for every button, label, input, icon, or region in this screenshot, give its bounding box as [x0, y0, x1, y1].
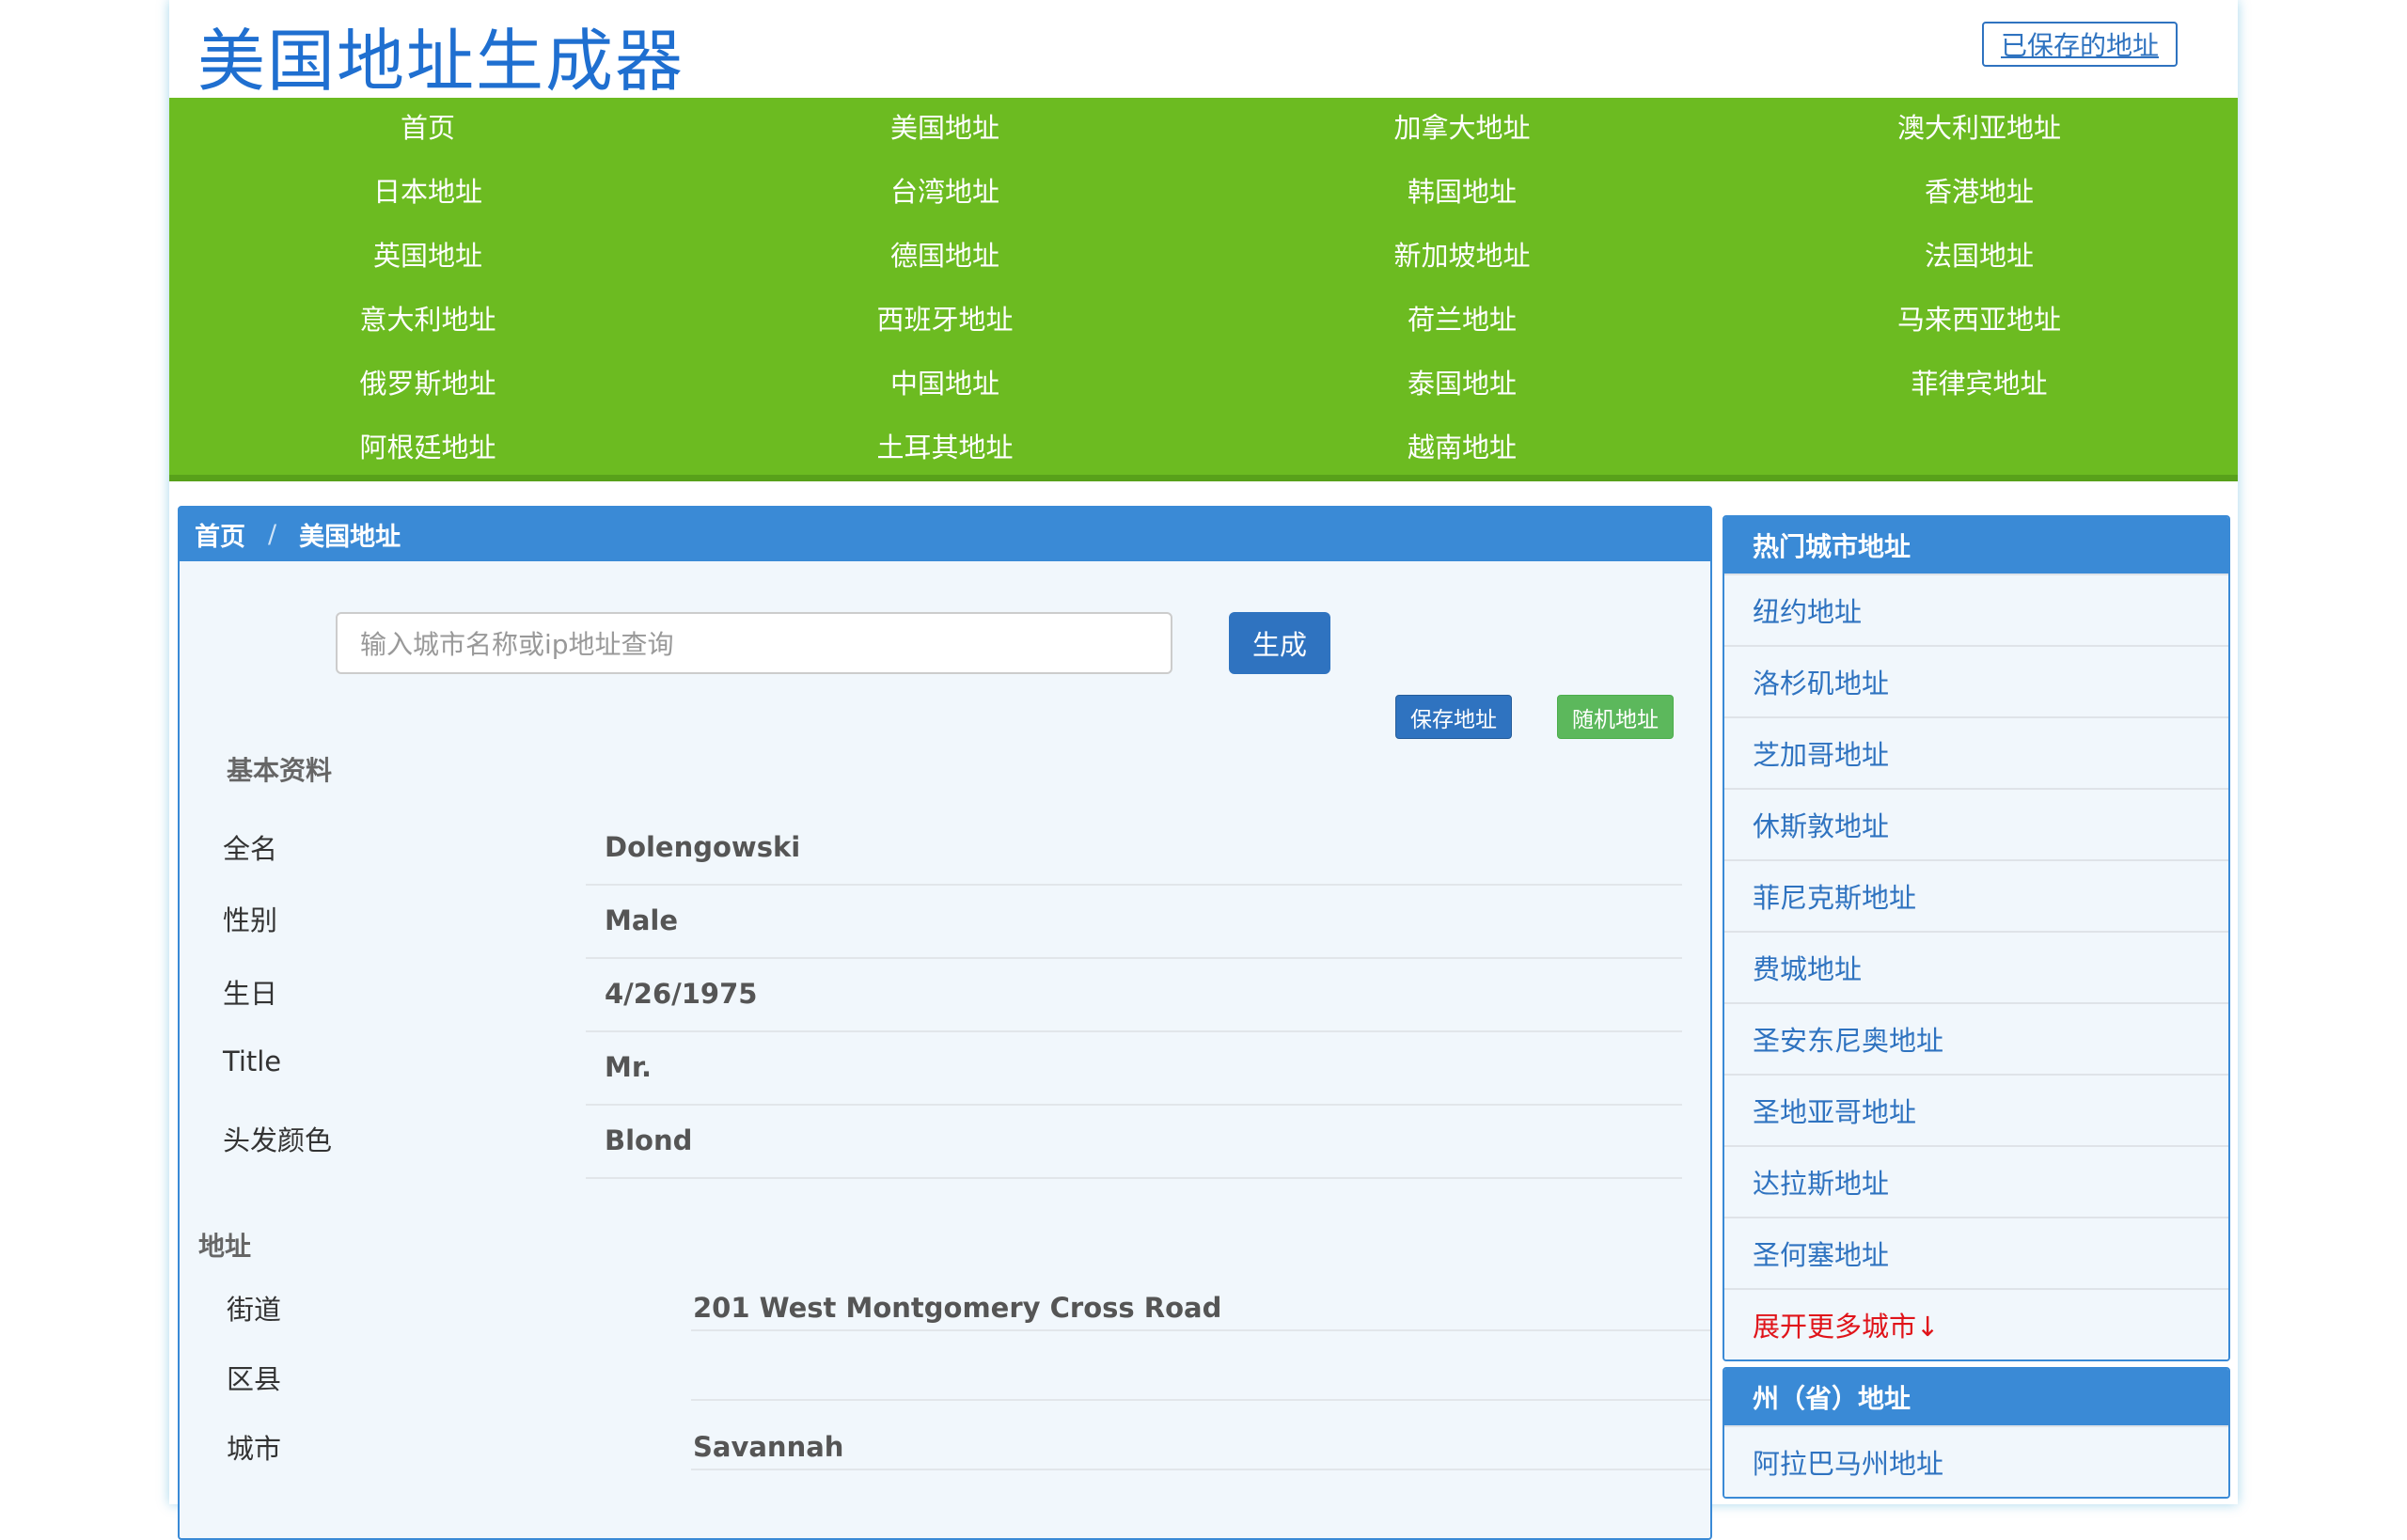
nav-item-japan[interactable]: 日本地址	[169, 164, 686, 220]
gender-value: Male	[605, 904, 679, 936]
hot-cities-title: 热门城市地址	[1724, 517, 2228, 574]
city-value: Savannah	[693, 1431, 844, 1463]
nav-item-russia[interactable]: 俄罗斯地址	[169, 355, 686, 412]
basic-info-heading: 基本资料	[227, 755, 333, 786]
nav-item-australia[interactable]: 澳大利亚地址	[1721, 100, 2238, 156]
address-heading: 地址	[198, 1231, 252, 1262]
breadcrumb-home[interactable]: 首页	[195, 516, 245, 553]
nav-item-vietnam[interactable]: 越南地址	[1204, 419, 1721, 476]
nav-item-hongkong[interactable]: 香港地址	[1721, 164, 2238, 220]
nav-item-netherlands[interactable]: 荷兰地址	[1204, 291, 1721, 348]
fullname-label: 全名	[223, 833, 278, 865]
row-divider	[691, 1399, 1710, 1401]
nav-item-spain[interactable]: 西班牙地址	[686, 291, 1204, 348]
breadcrumb-separator: /	[268, 520, 277, 549]
row-divider	[586, 957, 1682, 959]
nav-item-thailand[interactable]: 泰国地址	[1204, 355, 1721, 412]
breadcrumb-current[interactable]: 美国地址	[299, 516, 401, 553]
street-value: 201 West Montgomery Cross Road	[693, 1292, 1222, 1324]
city-link-phoenix[interactable]: 菲尼克斯地址	[1724, 859, 2228, 931]
nav-item-germany[interactable]: 德国地址	[686, 228, 1204, 284]
nav-item-france[interactable]: 法国地址	[1721, 228, 2238, 284]
hair-color-value: Blond	[605, 1124, 693, 1156]
nav-item-canada[interactable]: 加拿大地址	[1204, 100, 1721, 156]
saved-addresses-link[interactable]: 已保存的地址	[1982, 22, 2178, 67]
row-divider	[691, 1329, 1710, 1331]
hair-color-label: 头发颜色	[223, 1124, 333, 1156]
nav-item-us[interactable]: 美国地址	[686, 100, 1204, 156]
save-address-button[interactable]: 保存地址	[1395, 695, 1512, 739]
gender-label: 性别	[223, 904, 278, 936]
site-title[interactable]: 美国地址生成器	[197, 6, 684, 104]
search-input[interactable]: 输入城市名称或ip地址查询	[336, 612, 1172, 674]
nav-item-taiwan[interactable]: 台湾地址	[686, 164, 1204, 220]
city-link-san-jose[interactable]: 圣何塞地址	[1724, 1217, 2228, 1288]
hot-cities-panel: 热门城市地址 纽约地址 洛杉矶地址 芝加哥地址 休斯敦地址 菲尼克斯地址 费城地…	[1723, 515, 2230, 1361]
nav-item-home[interactable]: 首页	[169, 100, 686, 156]
nav-item-philippines[interactable]: 菲律宾地址	[1721, 355, 2238, 412]
row-divider	[691, 1469, 1710, 1470]
nav-item-malaysia[interactable]: 马来西亚地址	[1721, 291, 2238, 348]
generate-button[interactable]: 生成	[1229, 612, 1330, 674]
row-divider	[586, 884, 1682, 886]
nav-item-uk[interactable]: 英国地址	[169, 228, 686, 284]
nav-item-korea[interactable]: 韩国地址	[1204, 164, 1721, 220]
page-container: 美国地址生成器 已保存的地址 首页 美国地址 加拿大地址 澳大利亚地址 日本地址…	[169, 0, 2238, 1540]
city-label: 城市	[227, 1433, 282, 1465]
nav-item-argentina[interactable]: 阿根廷地址	[169, 419, 686, 476]
birthday-value: 4/26/1975	[605, 978, 758, 1010]
city-link-los-angeles[interactable]: 洛杉矶地址	[1724, 645, 2228, 716]
row-divider	[586, 1030, 1682, 1032]
title-value: Mr.	[605, 1051, 653, 1083]
nav-item-china[interactable]: 中国地址	[686, 355, 1204, 412]
city-link-dallas[interactable]: 达拉斯地址	[1724, 1145, 2228, 1217]
city-link-san-diego[interactable]: 圣地亚哥地址	[1724, 1074, 2228, 1145]
nav-item-singapore[interactable]: 新加坡地址	[1204, 228, 1721, 284]
nav-item-turkey[interactable]: 土耳其地址	[686, 419, 1204, 476]
fullname-value: Dolengowski	[605, 831, 801, 863]
states-title: 州（省）地址	[1724, 1369, 2228, 1425]
country-nav: 首页 美国地址 加拿大地址 澳大利亚地址 日本地址 台湾地址 韩国地址 香港地址…	[169, 98, 2238, 481]
states-panel: 州（省）地址 阿拉巴马州地址	[1723, 1367, 2230, 1499]
city-link-new-york[interactable]: 纽约地址	[1724, 574, 2228, 645]
county-label: 区县	[227, 1363, 282, 1395]
breadcrumb: 首页 / 美国地址	[180, 508, 1710, 561]
state-link-alabama[interactable]: 阿拉巴马州地址	[1724, 1425, 2228, 1497]
title-label: Title	[223, 1045, 282, 1077]
city-link-philadelphia[interactable]: 费城地址	[1724, 931, 2228, 1002]
city-link-san-antonio[interactable]: 圣安东尼奥地址	[1724, 1002, 2228, 1074]
row-divider	[586, 1177, 1682, 1179]
expand-more-cities-link[interactable]: 展开更多城市↓	[1724, 1288, 2228, 1359]
city-link-chicago[interactable]: 芝加哥地址	[1724, 716, 2228, 788]
main-panel: 首页 / 美国地址 输入城市名称或ip地址查询 生成 保存地址 随机地址 基本资…	[178, 506, 1712, 1540]
nav-item-italy[interactable]: 意大利地址	[169, 291, 686, 348]
city-link-houston[interactable]: 休斯敦地址	[1724, 788, 2228, 859]
birthday-label: 生日	[223, 978, 278, 1010]
random-address-button[interactable]: 随机地址	[1557, 695, 1674, 739]
row-divider	[586, 1104, 1682, 1106]
street-label: 街道	[227, 1294, 282, 1326]
